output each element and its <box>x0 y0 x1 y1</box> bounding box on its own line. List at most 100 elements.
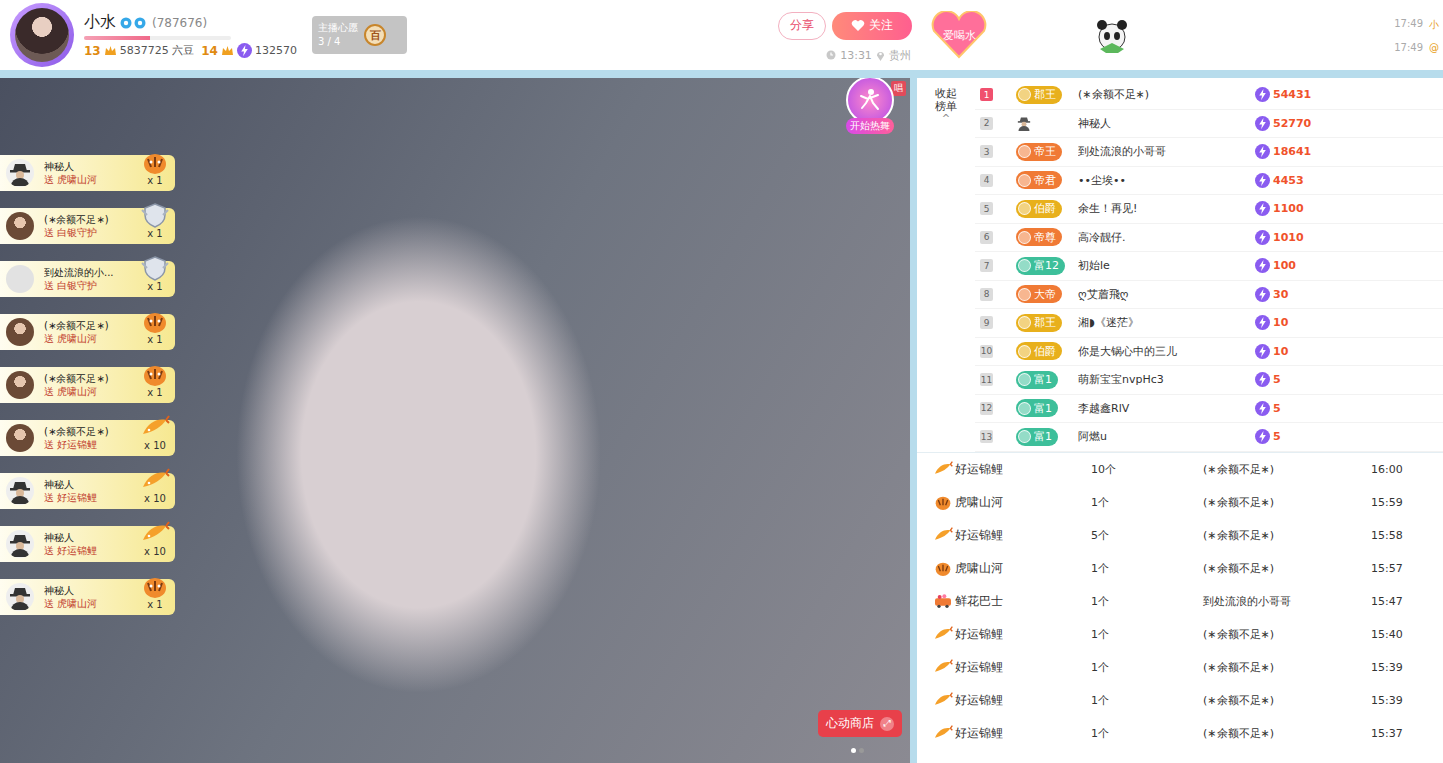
sender-avatar <box>6 424 34 452</box>
sender-avatar <box>6 265 34 293</box>
log-gift: 好运锦鲤 <box>933 657 1091 677</box>
ranking-score: 18641 <box>1273 145 1311 158</box>
ranking-score: 100 <box>1273 259 1296 272</box>
ranking-value: 30 <box>1255 287 1443 302</box>
side-panel: 收起榜单^1郡王(∗余额不足∗)544312神秘人527703帝王到处流浪的小哥… <box>917 78 1443 763</box>
badge-label: 帝王 <box>1034 144 1056 159</box>
notice-verb: 送 <box>44 439 54 450</box>
ranking-row[interactable]: 1郡王(∗余额不足∗)54431 <box>975 81 1443 110</box>
chat-line: 17:49@ <box>1394 42 1439 53</box>
koi-gift-icon <box>933 624 953 644</box>
lightning-icon <box>1255 315 1270 330</box>
gift-notice: (∗余额不足∗)送 虎啸山河x 1 <box>0 367 175 403</box>
tiger-gift-icon <box>140 573 170 599</box>
sender-avatar <box>6 583 34 611</box>
notice-gift-line: 送 虎啸山河 <box>44 597 128 611</box>
ranking-name: ••尘埃•• <box>1078 173 1255 188</box>
badge-cell: 富1 <box>1016 399 1078 417</box>
shop-label: 心动商店 <box>826 715 874 732</box>
avatar-photo <box>15 8 69 62</box>
notice-gift-box: x 1 <box>135 308 175 345</box>
log-count: 1个 <box>1091 660 1203 675</box>
ranking-row[interactable]: 2神秘人52770 <box>975 110 1443 139</box>
shop-button[interactable]: 心动商店⤢ <box>818 710 902 737</box>
sender-avatar <box>6 477 34 505</box>
ranking-row[interactable]: 4帝君••尘埃••4453 <box>975 167 1443 196</box>
anchor-wish[interactable]: 主播心愿3 / 4百 <box>312 16 407 54</box>
notice-verb: 送 <box>44 386 54 397</box>
flower-bus-icon <box>933 591 953 611</box>
follow-label: 关注 <box>869 17 893 34</box>
log-time: 15:59 <box>1371 496 1403 509</box>
ranking-toggle[interactable]: 收起榜单^ <box>917 81 975 452</box>
ranking-row[interactable]: 13富1阿燃u5 <box>975 423 1443 452</box>
ranking-list: 1郡王(∗余额不足∗)544312神秘人527703帝王到处流浪的小哥哥1864… <box>975 81 1443 452</box>
ranking-row[interactable]: 3帝王到处流浪的小哥哥18641 <box>975 138 1443 167</box>
video-player[interactable]: 神秘人送 虎啸山河x 1(∗余额不足∗)送 白银守护x 1到处流浪的小...送 … <box>0 78 910 763</box>
dance-button[interactable]: 开始热舞 <box>846 78 894 134</box>
log-count: 1个 <box>1091 495 1203 510</box>
panda-icon[interactable] <box>1092 15 1132 55</box>
room-meta: 13:31贵州 <box>778 48 914 63</box>
ranking-row[interactable]: 5伯爵余生！再见!1100 <box>975 195 1443 224</box>
mystery-user-icon <box>7 531 33 557</box>
streamer-avatar[interactable] <box>10 3 74 67</box>
badge-emblem-icon <box>1018 174 1031 187</box>
mystery-user-icon <box>7 478 33 504</box>
ranking-score: 10 <box>1273 316 1288 329</box>
room-body: 神秘人送 虎啸山河x 1(∗余额不足∗)送 白银守护x 1到处流浪的小...送 … <box>0 70 1443 763</box>
badge-emblem-icon <box>1018 430 1031 443</box>
badge-cell: 大帝 <box>1016 285 1078 303</box>
ranking-name: 你是大锅心中的三儿 <box>1078 344 1255 359</box>
fan-tag[interactable]: 爱喝水 <box>928 10 990 60</box>
notice-gift-line: 送 好运锦鲤 <box>44 544 128 558</box>
ranking-row[interactable]: 6帝尊高冷靓仔.1010 <box>975 224 1443 253</box>
dancer-icon <box>857 87 883 113</box>
ranking-row[interactable]: 7富12初始le100 <box>975 252 1443 281</box>
koi-gift-icon <box>140 467 170 493</box>
koi-gift-icon <box>140 414 170 440</box>
log-sender: (∗余额不足∗) <box>1203 462 1371 477</box>
badge-label: 郡王 <box>1034 87 1056 102</box>
pager-dot[interactable] <box>851 748 856 753</box>
fan-tag-label: 爱喝水 <box>943 28 976 43</box>
notice-count: x 1 <box>147 334 162 345</box>
notice-verb: 送 <box>44 598 54 609</box>
log-gift-name: 虎啸山河 <box>955 560 1003 577</box>
verified-icon <box>119 16 149 30</box>
chat-time: 17:49 <box>1394 42 1423 53</box>
notice-gift: 虎啸山河 <box>57 386 97 397</box>
log-time: 15:57 <box>1371 562 1403 575</box>
notice-sender: (∗余额不足∗) <box>44 425 128 439</box>
pager-dot[interactable] <box>859 748 864 753</box>
koi-gift-icon <box>933 459 953 479</box>
ranking-row[interactable]: 10伯爵你是大锅心中的三儿10 <box>975 338 1443 367</box>
ranking-row[interactable]: 8大帝ღ艾葿飛ღ30 <box>975 281 1443 310</box>
chat-time: 17:49 <box>1394 18 1423 32</box>
streamer-stats: 135837725 六豆14132570 <box>84 43 304 58</box>
log-gift: 好运锦鲤 <box>933 624 1091 644</box>
share-button[interactable]: 分享 <box>778 12 826 40</box>
notice-gift-box: x 1 <box>135 573 175 610</box>
notice-gift-line: 送 虎啸山河 <box>44 173 128 187</box>
notice-count: x 1 <box>147 175 162 186</box>
ranking-value: 1010 <box>1255 230 1443 245</box>
notice-gift: 虎啸山河 <box>57 174 97 185</box>
log-gift: 虎啸山河 <box>933 558 1091 578</box>
ranking-row[interactable]: 11富1萌新宝宝nvpHc35 <box>975 366 1443 395</box>
notice-gift-line: 送 好运锦鲤 <box>44 491 128 505</box>
log-count: 1个 <box>1091 594 1203 609</box>
log-gift: 虎啸山河 <box>933 492 1091 512</box>
notice-gift: 虎啸山河 <box>57 598 97 609</box>
ranking-row[interactable]: 9郡王湘◗《迷茫》10 <box>975 309 1443 338</box>
tiger-gift-icon <box>140 149 170 175</box>
follow-button[interactable]: 关注 <box>832 12 912 40</box>
badge-label: 伯爵 <box>1034 201 1056 216</box>
notice-gift-line: 送 好运锦鲤 <box>44 438 128 452</box>
ranking-row[interactable]: 12富1李越鑫RlV5 <box>975 395 1443 424</box>
badge-label: 富1 <box>1034 429 1052 444</box>
badge-cell <box>1016 115 1078 131</box>
rank-number: 12 <box>980 402 993 415</box>
log-count: 1个 <box>1091 726 1203 741</box>
ranking-name: 余生！再见! <box>1078 201 1255 216</box>
